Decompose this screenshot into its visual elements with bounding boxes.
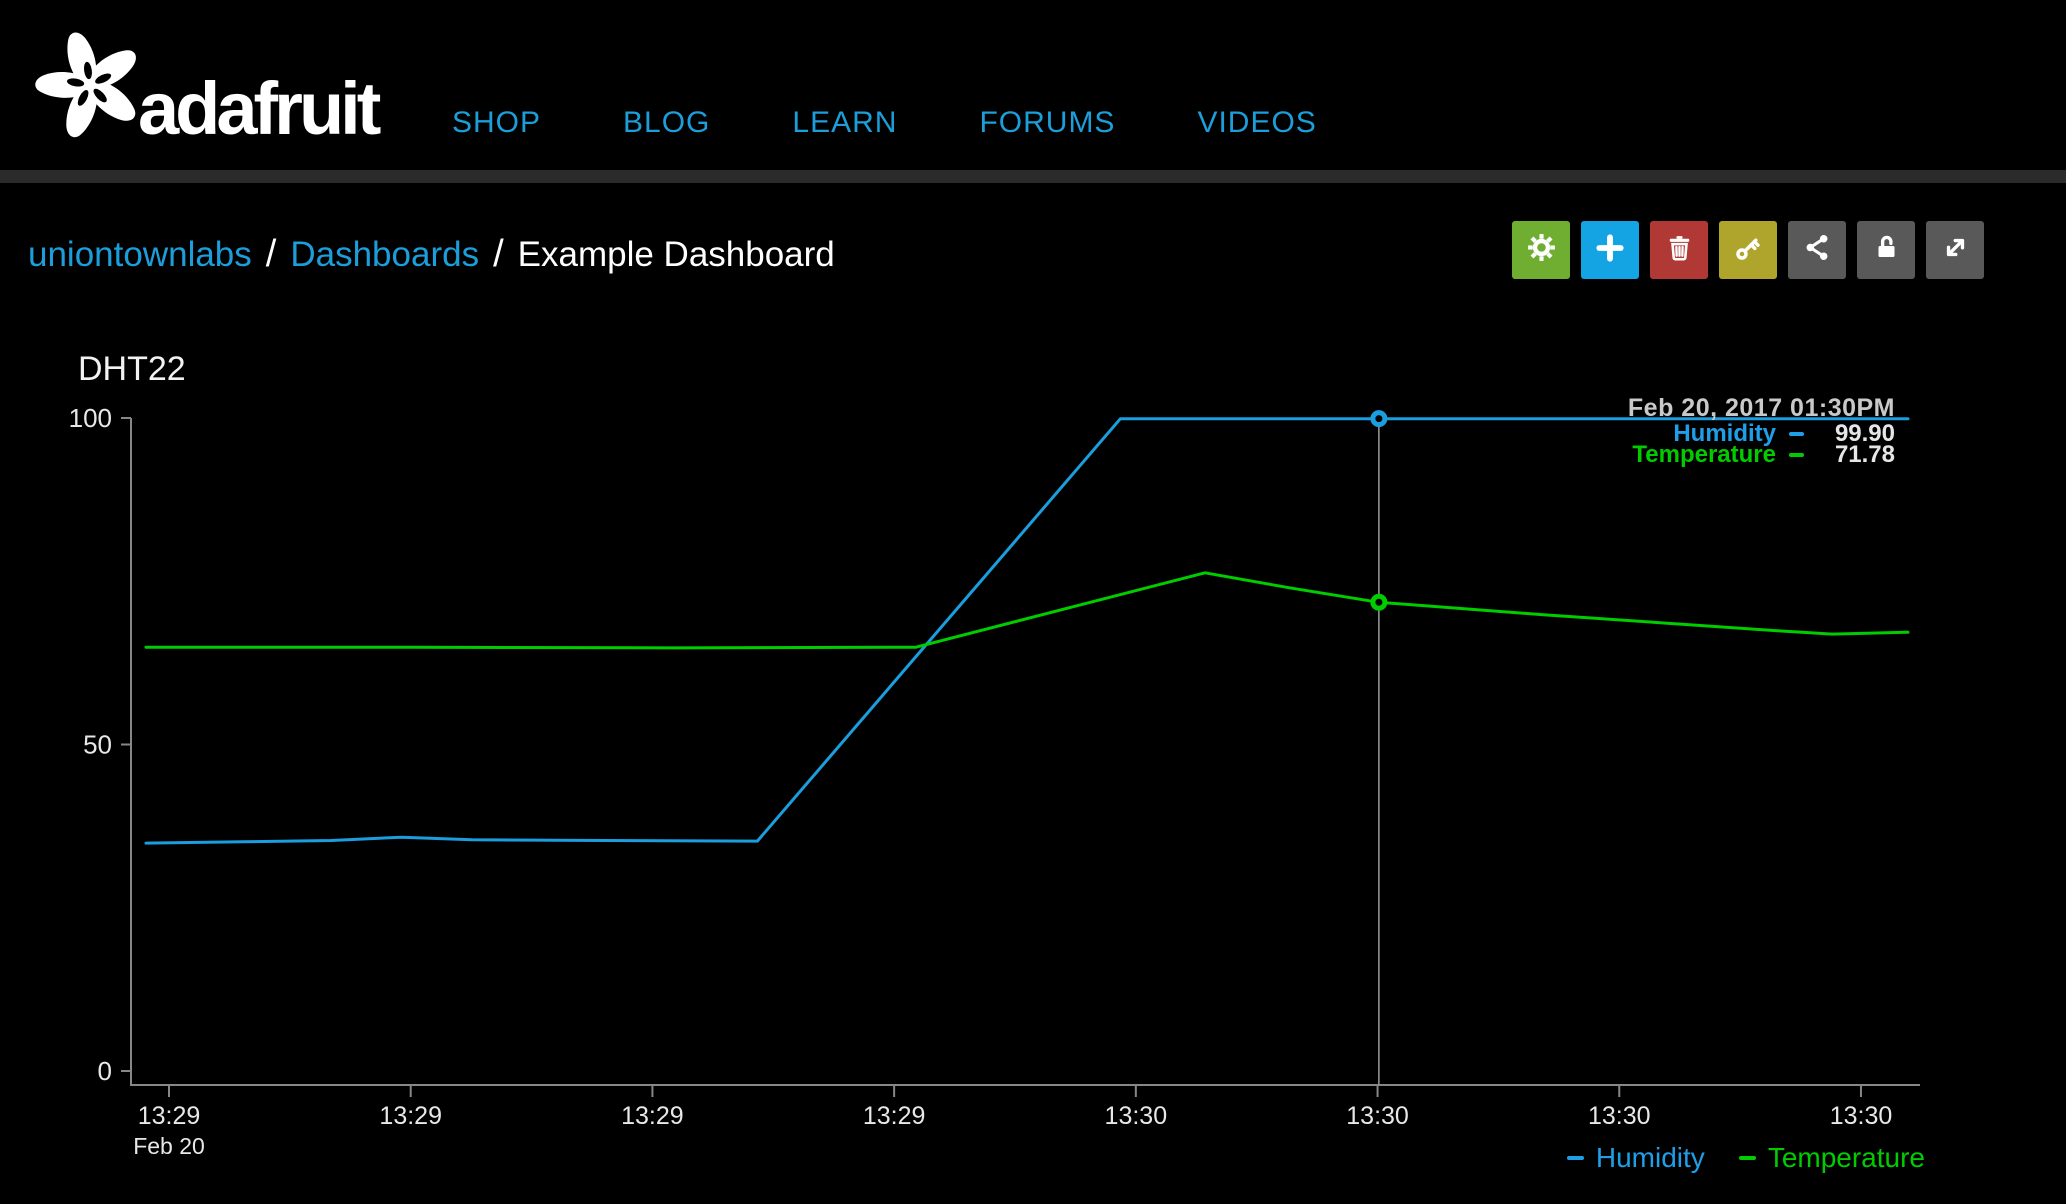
temperature-line-swatch [1739,1156,1756,1160]
tooltip-humidity-dash [1789,432,1804,436]
chart-legend: Humidity Temperature [1567,1142,1925,1174]
svg-text:Feb 20: Feb 20 [133,1133,205,1159]
tooltip-temperature-label: Temperature [1632,441,1776,469]
tooltip-temperature-value: 71.78 [1817,441,1895,469]
chart-canvas: 0 50 100 13:29 Feb 20 13:29 13:29 13:29 13:30 13:… [0,0,2066,1204]
chart-title: DHT22 [78,350,186,389]
humidity-line-swatch [1567,1156,1584,1160]
svg-text:13:29: 13:29 [138,1102,201,1130]
svg-text:50: 50 [83,730,112,760]
svg-text:13:29: 13:29 [379,1102,442,1130]
legend-item-temperature[interactable]: Temperature [1739,1142,1925,1174]
svg-text:13:29: 13:29 [621,1102,684,1130]
tooltip-temperature-dash [1789,453,1804,457]
svg-text:13:29: 13:29 [863,1102,926,1130]
legend-item-humidity[interactable]: Humidity [1567,1142,1705,1174]
svg-text:13:30: 13:30 [1588,1102,1651,1130]
svg-text:13:30: 13:30 [1105,1102,1168,1130]
legend-temperature-label: Temperature [1768,1142,1925,1174]
svg-text:0: 0 [98,1056,112,1086]
legend-humidity-label: Humidity [1596,1142,1705,1174]
tooltip-temperature-row: Temperature 71.78 [1628,445,1895,465]
svg-text:13:30: 13:30 [1346,1102,1409,1130]
chart-tooltip: Feb 20, 2017 01:30PM Humidity 99.90 Temp… [1628,394,1895,465]
svg-text:100: 100 [69,403,112,433]
tooltip-datetime: Feb 20, 2017 01:30PM [1628,394,1895,423]
svg-text:13:30: 13:30 [1830,1102,1893,1130]
